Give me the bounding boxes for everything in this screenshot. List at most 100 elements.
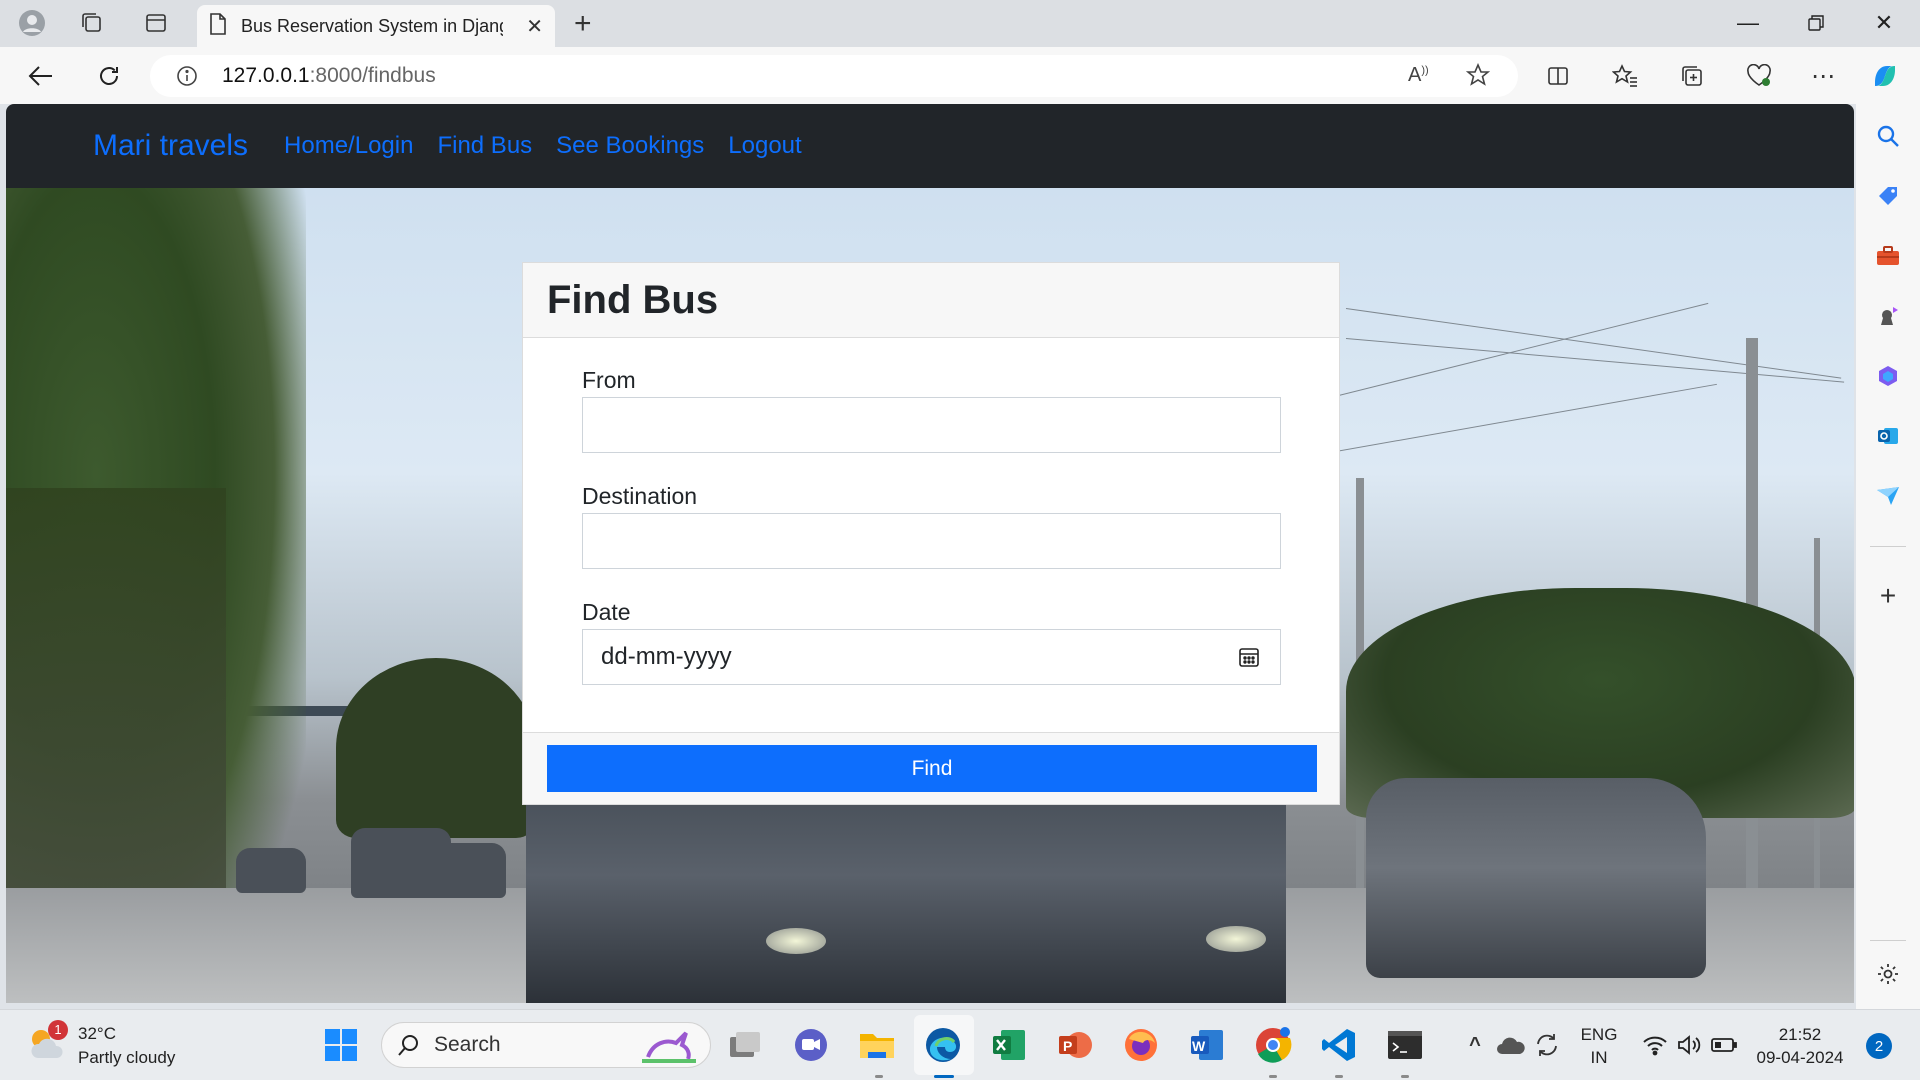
collections-icon[interactable] — [1675, 59, 1709, 93]
reload-icon[interactable] — [92, 59, 126, 93]
app-active-indicator — [934, 1075, 954, 1078]
notification-count-badge[interactable]: 2 — [1866, 1033, 1892, 1059]
microsoft-365-icon[interactable] — [1874, 362, 1902, 390]
clock-date: 09-04-2024 — [1756, 1048, 1844, 1067]
new-tab-icon[interactable]: + — [574, 7, 592, 41]
sidebar-divider — [1870, 546, 1906, 547]
read-aloud-icon[interactable]: A)) — [1408, 64, 1429, 87]
outlook-icon[interactable] — [1874, 422, 1902, 450]
browser-essentials-icon[interactable] — [1742, 59, 1776, 93]
split-screen-icon[interactable] — [1541, 59, 1575, 93]
shopping-tag-icon[interactable] — [1874, 182, 1902, 210]
destination-group: Destination — [582, 483, 1281, 569]
task-view-icon[interactable] — [727, 1026, 765, 1064]
page-title: Find Bus — [547, 277, 719, 322]
windows-start-icon[interactable] — [322, 1026, 360, 1064]
unicorn-highlight-icon — [638, 1027, 700, 1070]
weather-widget[interactable]: 1 32°C Partly cloudy — [26, 1019, 176, 1070]
app-running-indicator — [1335, 1075, 1343, 1078]
svg-text:P: P — [1063, 1038, 1072, 1054]
back-icon[interactable] — [24, 59, 58, 93]
copilot-icon[interactable] — [1868, 59, 1902, 93]
chrome-icon[interactable] — [1254, 1026, 1292, 1064]
suv — [1366, 778, 1706, 978]
powerpoint-icon[interactable]: P — [1056, 1026, 1094, 1064]
show-hidden-icons-chevron-icon[interactable]: ^ — [1456, 1026, 1494, 1064]
partly-cloudy-icon: 1 — [26, 1019, 68, 1069]
date-input[interactable]: dd-mm-yyyy — [582, 629, 1281, 685]
svg-text:W: W — [1192, 1038, 1206, 1054]
from-input[interactable] — [582, 397, 1281, 453]
weather-temperature: 32°C — [78, 1024, 116, 1043]
weather-description: Partly cloudy — [78, 1048, 176, 1067]
sidebar-divider — [1870, 940, 1906, 941]
tab-close-icon[interactable]: ✕ — [526, 14, 543, 39]
browser-tab-strip: Bus Reservation System in Djang ✕ + — ✕ — [0, 0, 1920, 47]
address-bar[interactable]: 127.0.0.1:8000/findbus A)) — [150, 55, 1518, 97]
excel-icon[interactable] — [990, 1026, 1028, 1064]
word-icon[interactable]: W — [1188, 1026, 1226, 1064]
brand-link[interactable]: Mari travels — [93, 129, 248, 163]
onedrive-icon[interactable] — [1492, 1026, 1530, 1064]
language-indicator[interactable]: ENG IN — [1578, 1023, 1620, 1069]
site-info-icon[interactable] — [176, 65, 198, 92]
volume-icon[interactable] — [1670, 1026, 1708, 1064]
terminal-icon[interactable] — [1386, 1026, 1424, 1064]
date-label: Date — [582, 599, 631, 625]
settings-gear-icon[interactable] — [1874, 960, 1902, 988]
bus-headlight — [766, 928, 826, 954]
bus-headlight — [1206, 926, 1266, 952]
more-options-icon[interactable]: ⋯ — [1806, 59, 1840, 93]
nav-link-find-bus[interactable]: Find Bus — [437, 132, 532, 160]
weather-alert-badge: 1 — [48, 1019, 68, 1040]
app-running-indicator — [1269, 1075, 1277, 1078]
trees-middle — [336, 658, 536, 838]
workspaces-icon[interactable] — [77, 8, 107, 38]
send-icon[interactable] — [1874, 482, 1902, 510]
battery-icon[interactable] — [1705, 1026, 1743, 1064]
vs-code-icon[interactable] — [1320, 1026, 1358, 1064]
file-explorer-icon[interactable] — [858, 1026, 896, 1064]
search-icon[interactable] — [1874, 122, 1902, 150]
restore-icon[interactable] — [1796, 8, 1836, 38]
find-bus-card: Find Bus From Destination Date dd-mm-yyy… — [522, 262, 1340, 805]
power-line — [1345, 308, 1842, 379]
calendar-icon[interactable] — [1238, 646, 1260, 668]
favorite-star-icon[interactable] — [1465, 62, 1491, 92]
car — [236, 848, 306, 893]
taskbar-search[interactable]: Search — [381, 1022, 711, 1068]
nav-link-logout[interactable]: Logout — [728, 132, 801, 160]
browser-toolbar: 127.0.0.1:8000/findbus A)) ⋯ — [0, 47, 1920, 104]
destination-label: Destination — [582, 483, 698, 509]
card-footer: Find — [523, 732, 1339, 804]
url-text[interactable]: 127.0.0.1:8000/findbus — [222, 64, 436, 88]
active-tab[interactable]: Bus Reservation System in Djang ✕ — [197, 5, 555, 47]
card-header: Find Bus — [523, 263, 1339, 338]
clock[interactable]: 21:52 09-04-2024 — [1752, 1023, 1848, 1069]
teams-chat-icon[interactable] — [792, 1026, 830, 1064]
destination-input[interactable] — [582, 513, 1281, 569]
tab-title: Bus Reservation System in Djang — [241, 15, 503, 36]
games-icon[interactable] — [1874, 302, 1902, 330]
minimize-icon[interactable]: — — [1728, 8, 1768, 38]
app-running-indicator — [1401, 1075, 1409, 1078]
edge-browser-icon[interactable] — [924, 1026, 962, 1064]
search-placeholder: Search — [434, 1033, 501, 1056]
tools-icon[interactable] — [1874, 242, 1902, 270]
nav-link-see-bookings[interactable]: See Bookings — [556, 132, 704, 160]
favorites-icon[interactable] — [1608, 59, 1642, 93]
car — [436, 843, 506, 898]
profile-icon[interactable] — [17, 8, 47, 38]
close-window-icon[interactable]: ✕ — [1864, 8, 1904, 38]
page-viewport: Mari travels Home/Login Find Bus See Boo… — [6, 104, 1854, 1003]
wifi-icon[interactable] — [1636, 1026, 1674, 1064]
vertical-tabs-icon[interactable] — [141, 8, 171, 38]
firefox-icon[interactable] — [1122, 1026, 1160, 1064]
find-button[interactable]: Find — [547, 745, 1317, 792]
sync-icon[interactable] — [1528, 1026, 1566, 1064]
date-placeholder: dd-mm-yyyy — [601, 643, 732, 670]
power-line — [1345, 338, 1845, 383]
from-label: From — [582, 367, 636, 393]
nav-link-home-login[interactable]: Home/Login — [284, 132, 413, 160]
add-icon[interactable]: + — [1874, 580, 1902, 611]
